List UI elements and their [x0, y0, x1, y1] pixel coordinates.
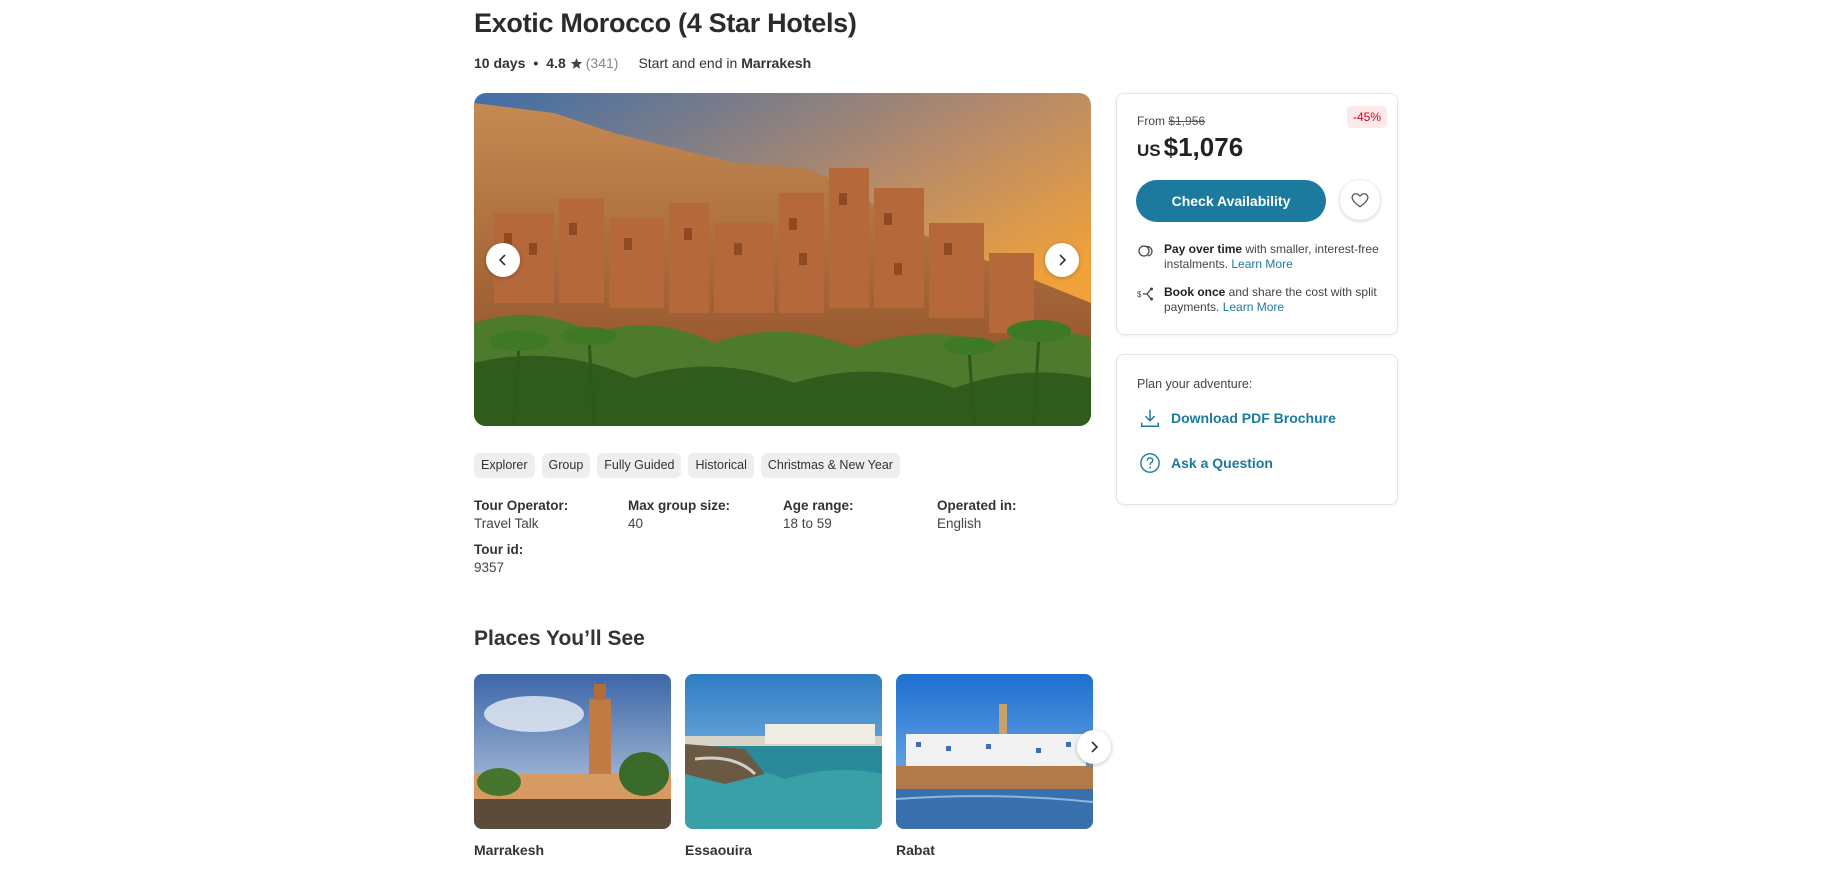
fact-label: Tour id:	[474, 542, 524, 557]
fact-value: 40	[628, 516, 644, 531]
start-end-prefix: Start and end in	[638, 55, 738, 71]
hero-prev-button[interactable]	[486, 243, 520, 277]
place-image	[474, 674, 671, 829]
fact-operator: Tour Operator: Travel Talk	[474, 497, 568, 533]
price-from: From $1,956	[1137, 114, 1205, 128]
place-name: Essaouira	[685, 842, 752, 858]
check-availability-button[interactable]: Check Availability	[1136, 180, 1326, 222]
tag-fully-guided[interactable]: Fully Guided	[597, 453, 682, 478]
place-image	[896, 674, 1093, 829]
learn-more-link[interactable]: Learn More	[1231, 257, 1292, 271]
price-amount: $1,076	[1163, 132, 1244, 162]
fact-label: Operated in:	[937, 498, 1017, 513]
place-image	[685, 674, 882, 829]
start-end-city: Marrakesh	[741, 55, 812, 71]
split-payment-icon: $	[1137, 287, 1153, 301]
tag-explorer[interactable]: Explorer	[474, 453, 535, 478]
chevron-right-icon	[1059, 254, 1067, 266]
tour-duration: 10 days	[474, 55, 526, 71]
places-next-button[interactable]	[1077, 730, 1111, 764]
place-name: Marrakesh	[474, 842, 545, 858]
learn-more-link[interactable]: Learn More	[1223, 300, 1284, 314]
fact-operated-in: Operated in: English	[937, 497, 1017, 533]
download-label: Download PDF Brochure	[1171, 410, 1336, 426]
fact-label: Age range:	[783, 498, 854, 513]
review-count[interactable]: (341)	[586, 55, 619, 71]
ask-question-link[interactable]: Ask a Question	[1139, 452, 1273, 474]
plan-card: Plan your adventure: Download PDF Brochu…	[1116, 354, 1398, 505]
place-card-rabat[interactable]: Rabat	[896, 674, 1093, 858]
price-card: From $1,956 -45% US $1,076 Check Availab…	[1116, 93, 1398, 335]
fact-value: English	[937, 516, 982, 531]
tour-title: Exotic Morocco (4 Star Hotels)	[474, 8, 857, 38]
ask-label: Ask a Question	[1171, 455, 1273, 471]
separator-dot: •	[533, 55, 539, 71]
fact-age-range: Age range: 18 to 59	[783, 497, 854, 533]
perk-split-payment: $ Book once and share the cost with spli…	[1137, 285, 1387, 315]
place-card-marrakesh[interactable]: Marrakesh	[474, 674, 671, 858]
price-currency: US	[1137, 141, 1161, 160]
perk-bold: Book once	[1164, 285, 1226, 299]
tour-rating: 4.8	[546, 55, 566, 71]
hero-image	[474, 93, 1091, 426]
fact-value: 18 to 59	[783, 516, 832, 531]
fact-tour-id: Tour id: 9357	[474, 541, 523, 577]
original-price: $1,956	[1168, 114, 1206, 128]
hero-kasbah-illustration	[474, 93, 1091, 426]
tag-group[interactable]: Group	[541, 453, 591, 478]
heart-icon	[1351, 193, 1369, 208]
perk-text: Book once and share the cost with split …	[1164, 285, 1387, 315]
svg-text:$: $	[1137, 290, 1142, 299]
star-icon	[570, 57, 582, 69]
perk-pay-over-time: Pay over time with smaller, interest-fre…	[1137, 242, 1387, 272]
question-icon	[1140, 453, 1160, 473]
from-label: From	[1137, 114, 1165, 128]
tour-meta: 10 days • 4.8 (341) Start and end in Mar…	[474, 55, 811, 71]
chevron-left-icon	[498, 254, 506, 266]
wishlist-button[interactable]	[1340, 180, 1380, 220]
coins-icon	[1138, 245, 1153, 257]
fact-value: 9357	[474, 560, 505, 575]
plan-label: Plan your adventure:	[1137, 377, 1253, 391]
fact-label: Tour Operator:	[474, 498, 569, 513]
place-name: Rabat	[896, 842, 935, 858]
fact-value: Travel Talk	[474, 516, 539, 531]
places-title: Places You’ll See	[474, 627, 645, 650]
fact-group-size: Max group size: 40	[628, 497, 730, 533]
discount-badge: -45%	[1346, 106, 1387, 128]
tag-christmas-new-year[interactable]: Christmas & New Year	[760, 453, 900, 478]
perk-text: Pay over time with smaller, interest-fre…	[1164, 242, 1387, 272]
perk-bold: Pay over time	[1164, 242, 1243, 256]
tour-tags: Explorer Group Fully Guided Historical C…	[474, 453, 900, 478]
download-icon	[1141, 409, 1159, 427]
hero-next-button[interactable]	[1045, 243, 1079, 277]
place-card-essaouira[interactable]: Essaouira	[685, 674, 882, 858]
current-price: US $1,076	[1137, 132, 1243, 163]
tag-historical[interactable]: Historical	[688, 453, 754, 478]
fact-label: Max group size:	[628, 498, 731, 513]
download-brochure-link[interactable]: Download PDF Brochure	[1139, 407, 1336, 429]
chevron-right-icon	[1091, 741, 1099, 753]
